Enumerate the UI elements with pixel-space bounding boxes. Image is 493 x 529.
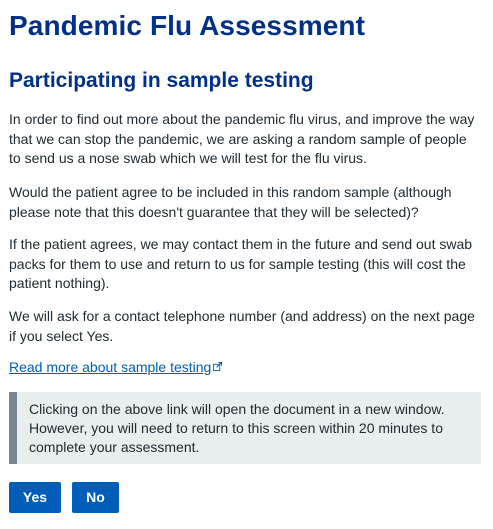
no-button[interactable]: No	[72, 482, 119, 513]
sample-testing-link[interactable]: Read more about sample testing	[9, 359, 211, 375]
intro-paragraph: In order to find out more about the pand…	[9, 111, 475, 166]
external-link-icon	[213, 362, 223, 371]
section-title: Participating in sample testing	[9, 69, 314, 92]
page-title: Pandemic Flu Assessment	[9, 10, 366, 41]
next-page-paragraph: We will ask for a contact telephone numb…	[9, 308, 475, 344]
new-window-notice-text: Clicking on the above link will open the…	[29, 401, 445, 455]
new-window-notice: Clicking on the above link will open the…	[9, 392, 481, 464]
sample-testing-link-row: Read more about sample testing	[9, 358, 223, 377]
contact-info-paragraph: If the patient agrees, we may contact th…	[9, 236, 473, 291]
consent-question-paragraph: Would the patient agree to be included i…	[9, 184, 452, 220]
yes-button[interactable]: Yes	[9, 482, 61, 513]
